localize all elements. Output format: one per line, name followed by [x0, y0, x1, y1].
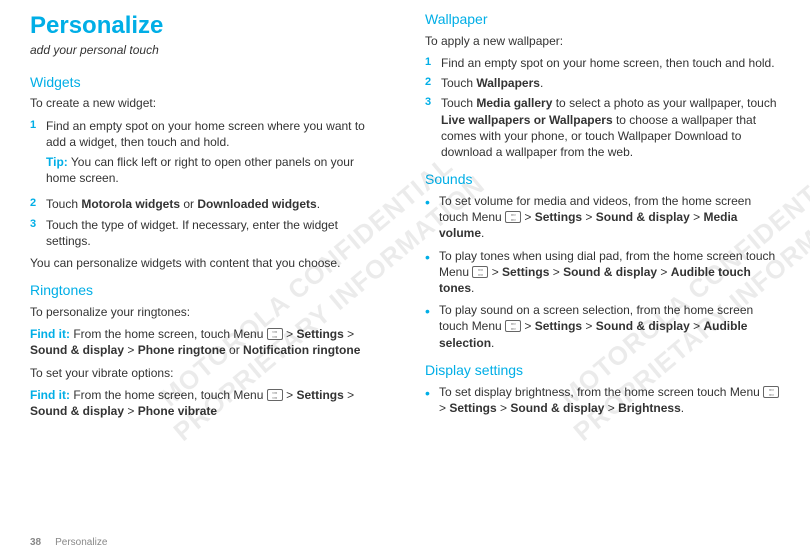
bold: Settings	[502, 265, 549, 279]
list-item: To play sound on a screen selection, fro…	[425, 302, 780, 351]
text: >	[286, 388, 296, 402]
widgets-intro: To create a new widget:	[30, 95, 385, 111]
bold: Phone vibrate	[138, 404, 217, 418]
bold: Brightness	[618, 401, 681, 415]
page-subtitle: add your personal touch	[30, 42, 385, 58]
step-number: 1	[30, 118, 46, 193]
widgets-heading: Widgets	[30, 73, 385, 92]
bold: Sound & display	[30, 404, 124, 418]
text: From the home screen, touch Menu	[70, 388, 267, 402]
right-column: Wallpaper To apply a new wallpaper: 1 Fi…	[425, 10, 780, 425]
vibrate-intro: To set your vibrate options:	[30, 365, 385, 381]
page-footer: 38 Personalize	[30, 536, 107, 550]
text: >	[521, 210, 535, 224]
text: Touch	[441, 96, 476, 110]
bold: Motorola widgets	[81, 197, 180, 211]
list-item: 2 Touch Motorola widgets or Downloaded w…	[30, 196, 385, 212]
bold: Settings	[535, 319, 582, 333]
text: >	[439, 401, 449, 415]
wallpaper-heading: Wallpaper	[425, 10, 780, 29]
bold: Settings	[296, 388, 343, 402]
page-title: Personalize	[30, 10, 385, 42]
widgets-steps: 1 Find an empty spot on your home screen…	[30, 118, 385, 249]
text: To set display brightness, from the home…	[439, 385, 763, 399]
display-list: To set display brightness, from the home…	[425, 384, 780, 416]
wallpaper-intro: To apply a new wallpaper:	[425, 33, 780, 49]
step-number: 2	[30, 196, 46, 212]
list-item: To set display brightness, from the home…	[425, 384, 780, 416]
tip-text: You can flick left or right to open othe…	[46, 155, 354, 185]
text: Touch	[441, 76, 476, 90]
list-item: To play tones when using dial pad, from …	[425, 248, 780, 297]
text: .	[481, 226, 484, 240]
text: >	[488, 265, 502, 279]
text: >	[286, 327, 296, 341]
menu-icon	[505, 211, 521, 223]
step-number: 3	[30, 217, 46, 249]
bold: Settings	[535, 210, 582, 224]
bold: Media gallery	[476, 96, 552, 110]
bold: Sound & display	[596, 319, 690, 333]
ringtones-path-2: Find it: From the home screen, touch Men…	[30, 387, 385, 419]
sounds-list: To set volume for media and videos, from…	[425, 193, 780, 351]
wallpaper-steps: 1 Find an empty spot on your home screen…	[425, 55, 780, 160]
ringtones-path-1: Find it: From the home screen, touch Men…	[30, 326, 385, 358]
text: >	[521, 319, 535, 333]
text: .	[491, 336, 494, 350]
menu-icon	[472, 266, 488, 278]
text: or	[180, 197, 197, 211]
text: .	[540, 76, 543, 90]
page-columns: Personalize add your personal touch Widg…	[30, 10, 780, 425]
text: From the home screen, touch Menu	[70, 327, 267, 341]
step-text: Touch the type of widget. If necessary, …	[46, 217, 385, 249]
text: or	[226, 343, 243, 357]
list-item: 3 Touch Media gallery to select a photo …	[425, 95, 780, 160]
bold: Sound & display	[30, 343, 124, 357]
step-text: Find an empty spot on your home screen, …	[441, 55, 780, 71]
bold: Downloaded widgets	[197, 197, 316, 211]
page-number: 38	[30, 537, 41, 548]
left-column: Personalize add your personal touch Widg…	[30, 10, 385, 425]
list-item: 1 Find an empty spot on your home screen…	[30, 118, 385, 193]
ringtones-intro: To personalize your ringtones:	[30, 304, 385, 320]
step-number: 3	[425, 95, 441, 160]
menu-icon	[505, 320, 521, 332]
menu-icon	[267, 328, 283, 340]
ringtones-heading: Ringtones	[30, 281, 385, 300]
text: Touch	[46, 197, 81, 211]
tip-label: Tip:	[46, 155, 68, 169]
bold: Wallpapers	[476, 76, 540, 90]
bold: Settings	[449, 401, 496, 415]
list-item: 3 Touch the type of widget. If necessary…	[30, 217, 385, 249]
sounds-heading: Sounds	[425, 170, 780, 189]
display-heading: Display settings	[425, 361, 780, 380]
bold: Sound & display	[596, 210, 690, 224]
findit-label: Find it:	[30, 327, 70, 341]
text: .	[681, 401, 684, 415]
list-item: To set volume for media and videos, from…	[425, 193, 780, 242]
bold: Live wallpapers or Wallpapers	[441, 113, 613, 127]
bold: Phone ringtone	[138, 343, 226, 357]
step-text: Find an empty spot on your home screen w…	[46, 119, 365, 149]
step-number: 2	[425, 75, 441, 91]
menu-icon	[763, 386, 779, 398]
bold: Sound & display	[563, 265, 657, 279]
bold: Settings	[296, 327, 343, 341]
bold: Sound & display	[510, 401, 604, 415]
findit-label: Find it:	[30, 388, 70, 402]
page-section: Personalize	[55, 537, 107, 548]
menu-icon	[267, 389, 283, 401]
text: .	[317, 197, 320, 211]
step-number: 1	[425, 55, 441, 71]
list-item: 1 Find an empty spot on your home screen…	[425, 55, 780, 71]
bold: Notification ringtone	[243, 343, 360, 357]
widgets-outro: You can personalize widgets with content…	[30, 255, 385, 271]
text: to select a photo as your wallpaper, tou…	[552, 96, 776, 110]
text: .	[471, 281, 474, 295]
list-item: 2 Touch Wallpapers.	[425, 75, 780, 91]
